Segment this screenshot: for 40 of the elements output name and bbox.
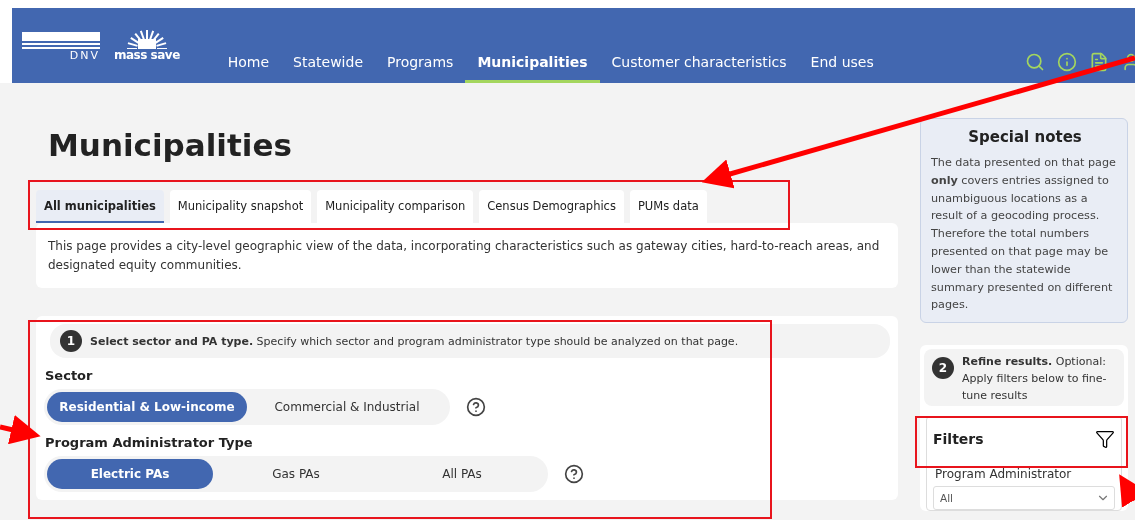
step-instruction: Select sector and PA type. Specify which sector and program administrator type should be analyzed on that page.	[90, 333, 739, 350]
segment-option[interactable]: Electric PAs	[47, 459, 213, 489]
annotation-arrow	[1119, 474, 1135, 508]
step-instruction: Refine results. Optional: Apply filters below to fine-tune results	[962, 354, 1108, 405]
nav-link[interactable]: Customer characteristics	[599, 54, 799, 83]
segment-option[interactable]: Gas PAs	[213, 459, 379, 489]
filter-icon[interactable]	[1095, 429, 1115, 450]
notes-text: The data presented on that page only covers entries assigned to unambiguous locations as a result of a geocoding process. Therefore the total numbers presented on that page may be lower than the statewide summary presented on different pages.	[931, 155, 1117, 314]
nav-link[interactable]: Programs	[375, 54, 466, 83]
document-icon[interactable]	[1089, 52, 1109, 72]
logo-text: mass save	[114, 49, 180, 61]
annotation-arrow	[0, 415, 41, 445]
dropdown-field[interactable]: All	[933, 486, 1115, 511]
page-title: Municipalities	[48, 127, 293, 163]
segment-option[interactable]: Commercial & Industrial	[247, 392, 447, 422]
step-number: 2	[932, 357, 954, 380]
nav-link[interactable]: Statewide	[281, 54, 375, 83]
user-icon[interactable]	[1121, 52, 1135, 72]
group-label: Program Administrator Type	[45, 435, 254, 450]
segment-option[interactable]: All PAs	[379, 459, 545, 489]
segment-option[interactable]: Residential & Low-income	[47, 392, 247, 422]
help-icon[interactable]	[564, 464, 584, 484]
tab[interactable]: Census Demographics	[479, 190, 624, 223]
info-icon[interactable]	[1057, 52, 1077, 72]
tab[interactable]: All municipalities	[36, 190, 164, 223]
logo-text: DNV	[69, 50, 100, 61]
nav-link[interactable]: End uses	[798, 54, 886, 83]
search-icon[interactable]	[1025, 52, 1045, 72]
filters-title: Filters	[933, 431, 984, 448]
tab[interactable]: Municipality comparison	[317, 190, 474, 223]
help-icon[interactable]	[466, 397, 486, 417]
step-number: 1	[60, 330, 82, 352]
tab[interactable]: Municipality snapshot	[169, 190, 312, 223]
group-label: Sector	[45, 368, 94, 383]
notes-title: Special notes	[967, 128, 1083, 146]
stripes-icon	[22, 32, 100, 50]
nav-link[interactable]: Home	[215, 54, 282, 83]
description: This page provides a city-level geographic view of the data, incorporating characteristics such as gateway cities, hard-to-reach areas, and designated equity communities.	[36, 223, 898, 288]
field-label: Program Administrator	[935, 467, 1073, 482]
tab[interactable]: PUMs data	[629, 190, 707, 223]
